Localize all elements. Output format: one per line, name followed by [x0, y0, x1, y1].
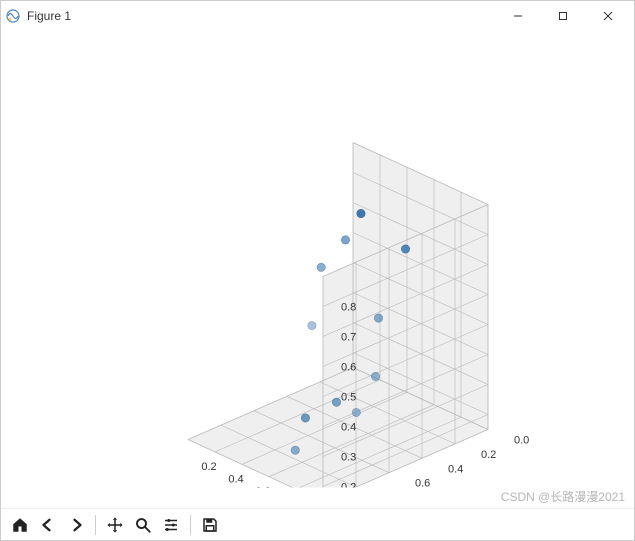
titlebar[interactable]: Figure 1 — [1, 1, 634, 31]
minimize-button[interactable] — [495, 1, 540, 31]
svg-text:0.2: 0.2 — [201, 460, 216, 472]
nav-toolbar — [1, 508, 634, 540]
svg-text:0.6: 0.6 — [341, 361, 356, 373]
separator — [95, 515, 96, 535]
back-button[interactable] — [35, 512, 61, 538]
plot-canvas[interactable]: 0.20.40.60.80.00.20.40.60.80.20.30.40.50… — [1, 31, 634, 508]
svg-text:0.2: 0.2 — [341, 481, 356, 487]
separator — [190, 515, 191, 535]
configure-button[interactable] — [158, 512, 184, 538]
svg-text:0.3: 0.3 — [341, 451, 356, 463]
svg-text:0.7: 0.7 — [341, 331, 356, 343]
pan-button[interactable] — [102, 512, 128, 538]
svg-text:0.6: 0.6 — [255, 485, 270, 487]
scatter-3d: 0.20.40.60.80.00.20.40.60.80.20.30.40.50… — [48, 47, 588, 487]
svg-text:0.0: 0.0 — [514, 434, 529, 446]
svg-text:0.4: 0.4 — [448, 463, 463, 475]
app-icon — [5, 8, 21, 24]
maximize-button[interactable] — [540, 1, 585, 31]
window-title: Figure 1 — [27, 9, 71, 23]
forward-button[interactable] — [63, 512, 89, 538]
svg-text:0.4: 0.4 — [228, 473, 243, 485]
svg-text:0.2: 0.2 — [481, 448, 496, 460]
figure-window: Figure 1 0.20.40.60.80.00.20.40.60.80.20… — [0, 0, 635, 541]
svg-text:0.6: 0.6 — [415, 477, 430, 487]
svg-text:0.5: 0.5 — [341, 391, 356, 403]
save-button[interactable] — [197, 512, 223, 538]
close-button[interactable] — [585, 1, 630, 31]
home-button[interactable] — [7, 512, 33, 538]
svg-text:0.8: 0.8 — [341, 301, 356, 313]
svg-text:0.4: 0.4 — [341, 421, 356, 433]
zoom-button[interactable] — [130, 512, 156, 538]
